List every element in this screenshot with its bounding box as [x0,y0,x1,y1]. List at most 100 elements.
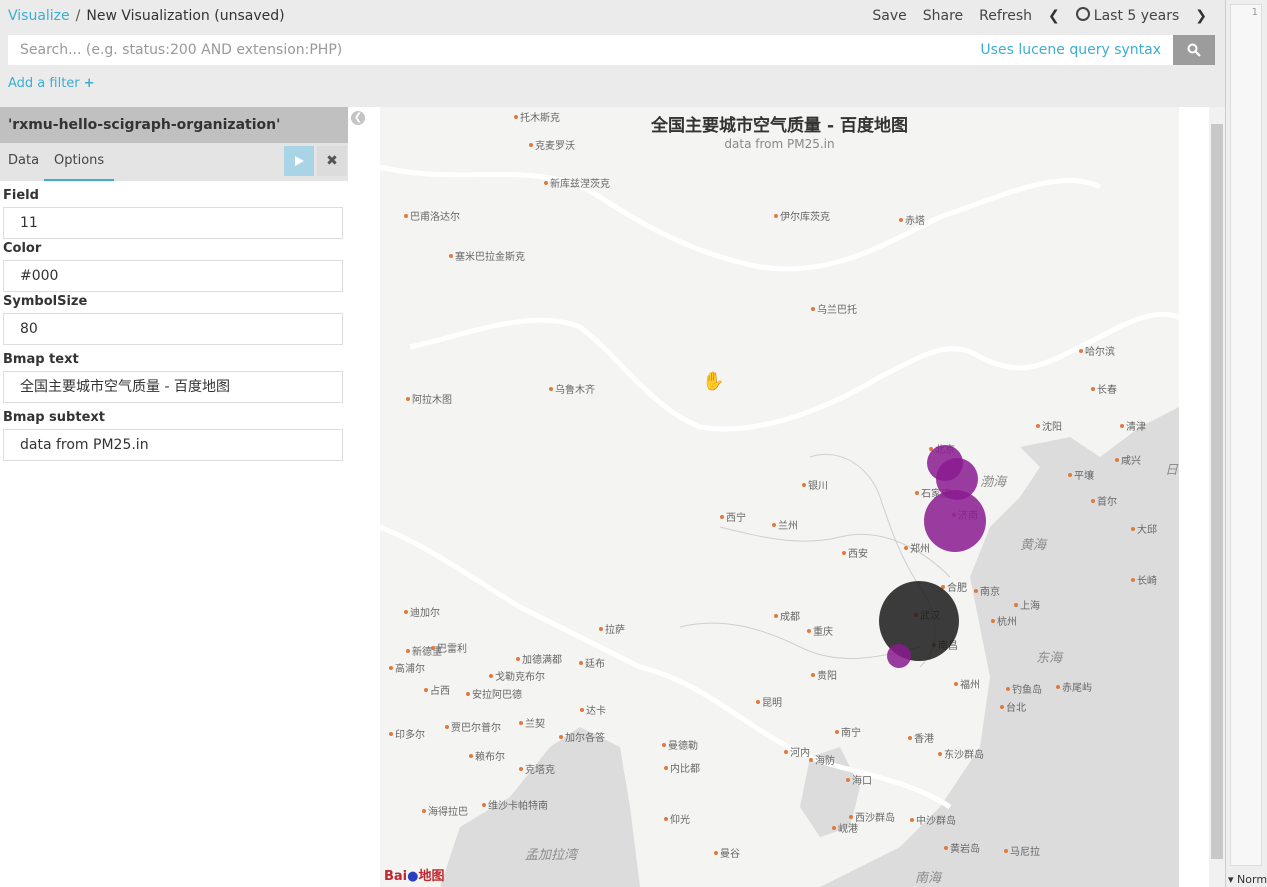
chevron-left-icon[interactable]: ❮ [1040,6,1068,26]
save-button[interactable]: Save [864,6,914,26]
line-number-gutter: 1 [1230,4,1262,866]
city-label: 台北 [1006,701,1026,714]
bmap-text-input[interactable]: 全国主要城市空气质量 - 百度地图 [3,371,343,403]
chevron-right-icon[interactable]: ❯ [1187,6,1215,26]
city-label: 香港 [914,733,934,745]
code-editor-pane[interactable]: 1 ▾ Normal [1225,0,1267,887]
city-label: 长崎 [1137,574,1157,587]
city-dot [1079,349,1083,353]
tab-options[interactable]: Options [44,143,115,181]
city-label: 达卡 [586,704,606,717]
refresh-button[interactable]: Refresh [971,6,1040,26]
city-dot [404,214,408,218]
city-dot [772,523,776,527]
city-dot [449,254,453,258]
city-dot [811,673,815,677]
city-dot [662,743,666,747]
pollution-bubble[interactable] [887,644,911,668]
city-dot [899,218,903,222]
map-subtitle: data from PM25.in [724,137,835,151]
pollution-bubbles [879,445,986,668]
city-dot [559,735,563,739]
add-filter-button[interactable]: Add a filter + [8,76,95,91]
city-dot [664,817,668,821]
city-label: 福州 [960,678,980,691]
city-dot [422,809,426,813]
city-label: 海得拉巴 [428,805,468,818]
city-label: 沈阳 [1042,420,1062,433]
city-dot [544,181,548,185]
city-label: 杭州 [997,615,1017,628]
map-visualization[interactable]: 托木斯克 克麦罗沃 新库兹涅茨克 巴甫洛达尔 伊尔库茨克 赤塔 塞米巴拉金斯克 乌兰巴托 哈尔滨… [380,107,1179,887]
baidu-logo-text: 地图 [418,869,445,884]
discard-changes-button[interactable]: ✖ [317,146,347,176]
city-label: 大邱 [1137,523,1157,536]
bmap-subtext-input[interactable]: data from PM25.in [3,429,343,461]
breadcrumb-separator: / [75,8,81,24]
city-label: 中沙群岛 [916,814,956,827]
city-label: 巴雷利 [437,643,467,655]
editor-mode-select[interactable]: ▾ Normal [1228,873,1267,886]
city-label: 仰光 [670,813,690,826]
city-label: 平壤 [1074,469,1094,482]
color-input[interactable]: #000 [3,260,343,292]
city-dot [1006,687,1010,691]
city-dot [954,682,958,686]
city-dot [720,515,724,519]
plus-icon: + [83,76,95,91]
city-dot [580,708,584,712]
city-label: 兰州 [778,519,798,532]
city-dot [910,818,914,822]
symbol-size-input[interactable]: 80 [3,313,343,345]
city-dot [991,619,995,623]
city-dot [802,483,806,487]
city-label: 南宁 [841,726,861,739]
city-dot [774,214,778,218]
sea-label: 黄海 [1020,538,1048,553]
city-label: 海防 [815,754,835,767]
time-picker-button[interactable]: Last 5 years [1068,6,1188,26]
city-label: 咸兴 [1121,455,1141,467]
hand-cursor-icon: ✋ [702,371,725,392]
city-label: 克塔克 [525,763,555,776]
city-dot [1115,458,1119,462]
city-dot [849,815,853,819]
city-label: 印多尔 [395,728,425,741]
city-label: 银川 [808,479,828,492]
collapse-sidebar-icon[interactable]: ❮ [351,111,365,125]
breadcrumb-visualize-link[interactable]: Visualize [8,8,70,24]
apply-changes-button[interactable] [284,146,314,176]
city-dot [424,688,428,692]
pollution-bubble[interactable] [924,490,986,552]
field-input[interactable]: 11 [3,207,343,239]
scrollbar-thumb[interactable] [1211,124,1223,859]
baidu-paw-symbol: ● [407,869,419,884]
city-label: 阿拉木图 [412,393,452,406]
city-label: 河内 [790,746,810,759]
city-dot [469,754,473,758]
city-dot [1036,424,1040,428]
symbol-size-group: SymbolSize 80 [3,293,343,345]
search-button[interactable] [1173,35,1215,65]
city-dot [774,614,778,618]
color-label: Color [3,241,42,256]
index-pattern-title: 'rxmu-hello-scigraph-organization' [0,107,348,143]
city-dot [389,666,393,670]
city-dot [1056,685,1060,689]
color-group: Color #000 [3,240,343,292]
city-dot [445,725,449,729]
city-dot [807,629,811,633]
sea-label: 日 [1165,463,1179,478]
share-button[interactable]: Share [915,6,971,26]
city-label: 哈尔滨 [1085,345,1115,358]
map-canvas[interactable]: 托木斯克克麦罗沃新库兹涅茨克巴甫洛达尔 伊尔库茨克 赤塔塞米巴拉金斯克乌兰巴托哈尔滨… [380,107,1179,887]
city-label: 占西 [430,684,450,697]
city-label: 首尔 [1097,495,1117,508]
city-dot [835,730,839,734]
tab-data[interactable]: Data [8,143,39,179]
lucene-syntax-link[interactable]: Uses lucene query syntax [980,35,1161,65]
city-dot [664,766,668,770]
city-label: 钓鱼岛 [1012,683,1042,696]
field-group: Field 11 [3,187,343,239]
symbol-size-label: SymbolSize [3,294,88,309]
